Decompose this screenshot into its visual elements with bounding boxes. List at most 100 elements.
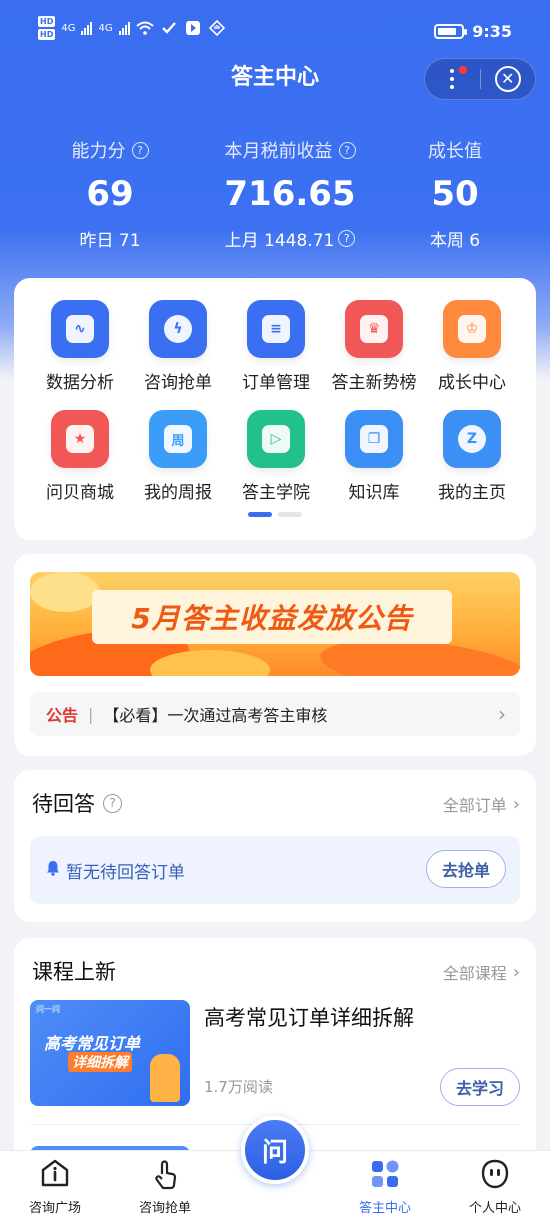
all-orders-link[interactable]: 全部订单 ›	[443, 792, 520, 816]
tab-personal-center[interactable]: 个人中心	[440, 1157, 550, 1216]
hd-indicator: HD HD	[38, 16, 56, 40]
grid-item-ranking[interactable]: ♛ 答主新势榜	[322, 300, 426, 393]
thumb-line: 高考常见订单	[44, 1034, 141, 1053]
stat-sub: 上月 1448.71	[224, 231, 335, 251]
banner-decoration	[30, 572, 100, 612]
grid-item-shop[interactable]: ★ 问贝商城	[28, 410, 132, 503]
network-label: 4G	[98, 22, 113, 34]
tab-label: 咨询抢单	[138, 1201, 191, 1216]
trophy-glyph: ♛	[360, 315, 388, 343]
stat-label: 本月税前收益	[224, 141, 333, 162]
stats-panel: 能力分? 69 昨日 71 本月税前收益? 716.65 上月 1448.71?…	[0, 136, 550, 256]
grid-item-label: 知识库	[348, 483, 400, 503]
course-title[interactable]: 高考常见订单详细拆解	[204, 1002, 414, 1032]
grid-item-label: 问贝商城	[46, 483, 114, 503]
thumb-brand: 问一问	[36, 1005, 60, 1014]
chart-glyph: ∿	[66, 315, 94, 343]
all-orders-label: 全部订单	[442, 796, 507, 815]
course-reads: 1.7万阅读	[204, 1078, 273, 1096]
signal-icon	[81, 21, 93, 35]
tab-label: 个人中心	[468, 1201, 521, 1216]
signal-icon	[118, 21, 130, 35]
announcement-card: 5月答主收益发放公告 公告 | 【必看】一次通过高考答主审核 ›	[14, 554, 536, 756]
grid-item-consult-grab[interactable]: ϟ 咨询抢单	[126, 300, 230, 393]
grid-item-label: 数据分析	[46, 373, 114, 393]
pager-dot-active[interactable]	[248, 512, 272, 517]
hd-label: HD	[38, 29, 56, 40]
grid-item-label: 成长中心	[438, 373, 506, 393]
pending-title: 待回答	[32, 792, 95, 816]
banner-text: 5月答主收益发放公告	[131, 602, 413, 635]
stat-sub: 昨日 71	[79, 231, 141, 251]
grid-pager	[248, 512, 302, 517]
stat-ability[interactable]: 能力分? 69 昨日 71	[40, 136, 180, 251]
wifi-icon	[135, 20, 154, 36]
tab-consult-grab[interactable]: 咨询抢单	[110, 1157, 220, 1216]
pending-empty-box: 暂无待回答订单 去抢单	[30, 836, 520, 904]
grid-item-label: 我的周报	[144, 483, 212, 503]
grid-item-knowledge-base[interactable]: ❐ 知识库	[322, 410, 426, 503]
course-thumbnail[interactable]: 问一问 高考常见订单 详细拆解	[30, 1000, 190, 1106]
grid-item-growth-center[interactable]: ♔ 成长中心	[420, 300, 524, 393]
grid-item-academy[interactable]: ▷ 答主学院	[224, 410, 328, 503]
stat-income[interactable]: 本月税前收益? 716.65 上月 1448.71?	[190, 136, 390, 251]
grid-item-label: 我的主页	[438, 483, 506, 503]
grid-item-label: 答主新势榜	[331, 373, 417, 393]
help-icon[interactable]: ?	[131, 141, 149, 159]
more-button[interactable]	[425, 58, 480, 100]
grid-item-weekly-report[interactable]: 周 我的周报	[126, 410, 230, 503]
grid-item-label: 咨询抢单	[144, 373, 212, 393]
app-notification-icon	[184, 20, 202, 36]
battery-icon	[434, 24, 468, 39]
book-icon: ❐	[345, 410, 403, 468]
stat-label: 成长值	[428, 141, 482, 162]
trophy-icon: ♛	[345, 300, 403, 358]
play-glyph: ▷	[262, 425, 290, 453]
feature-grid-card: ∿ 数据分析 ϟ 咨询抢单 ≡ 订单管理 ♛ 答主新势榜 ♔ 成长中心 ★ 问贝…	[14, 278, 536, 540]
profile-icon: Z	[443, 410, 501, 468]
study-button[interactable]: 去学习	[440, 1068, 520, 1106]
lightning-icon: ϟ	[149, 300, 207, 358]
network-label: 4G	[61, 22, 76, 34]
tap-icon	[148, 1157, 182, 1191]
close-button[interactable]: ✕	[480, 58, 535, 100]
grid-item-data-analysis[interactable]: ∿ 数据分析	[28, 300, 132, 393]
announcement-banner[interactable]: 5月答主收益发放公告	[30, 572, 520, 676]
center-ask-button[interactable]: 问	[241, 1116, 309, 1184]
help-icon[interactable]: ?	[338, 230, 356, 247]
stat-sub: 本周 6	[429, 231, 481, 251]
grid-item-order-manage[interactable]: ≡ 订单管理	[224, 300, 328, 393]
notice-tag: 公告	[46, 706, 79, 725]
notice-bar[interactable]: 公告 | 【必看】一次通过高考答主审核 ›	[30, 692, 520, 736]
grab-order-button[interactable]: 去抢单	[426, 850, 506, 888]
profile-glyph: Z	[458, 425, 486, 453]
chart-icon: ∿	[51, 300, 109, 358]
clock: 9:35	[472, 22, 512, 41]
document-icon: ≡	[247, 300, 305, 358]
chevron-right-icon: ›	[512, 961, 520, 983]
all-courses-link[interactable]: 全部课程 ›	[443, 960, 520, 984]
notice-separator: |	[88, 704, 94, 724]
thumb-line: 详细拆解	[68, 1052, 132, 1072]
play-icon: ▷	[247, 410, 305, 468]
bell-icon	[46, 860, 60, 880]
section-title: 待回答 ?	[32, 788, 122, 818]
grid-item-my-homepage[interactable]: Z 我的主页	[420, 410, 524, 503]
stat-value: 50	[431, 174, 479, 214]
all-courses-label: 全部课程	[442, 964, 507, 983]
help-icon[interactable]: ?	[338, 141, 356, 159]
notice-text: 【必看】一次通过高考答主审核	[103, 706, 328, 725]
face-icon	[478, 1157, 512, 1191]
chevron-right-icon: ›	[498, 702, 506, 726]
stat-growth[interactable]: 成长值 50 本周 6	[390, 136, 520, 251]
check-icon	[160, 20, 178, 36]
grid-item-label: 订单管理	[242, 373, 310, 393]
pager-dot[interactable]	[278, 512, 302, 517]
tab-answerer-center[interactable]: 答主中心	[330, 1157, 440, 1216]
courses-title: 课程上新	[32, 960, 116, 984]
status-bar: HD HD 4G 4G 9:35	[0, 0, 550, 56]
pending-empty-text: 暂无待回答订单	[66, 862, 185, 883]
status-left: HD HD 4G 4G	[38, 16, 226, 40]
tab-consult-square[interactable]: 咨询广场	[0, 1157, 110, 1216]
help-icon[interactable]: ?	[103, 793, 122, 813]
